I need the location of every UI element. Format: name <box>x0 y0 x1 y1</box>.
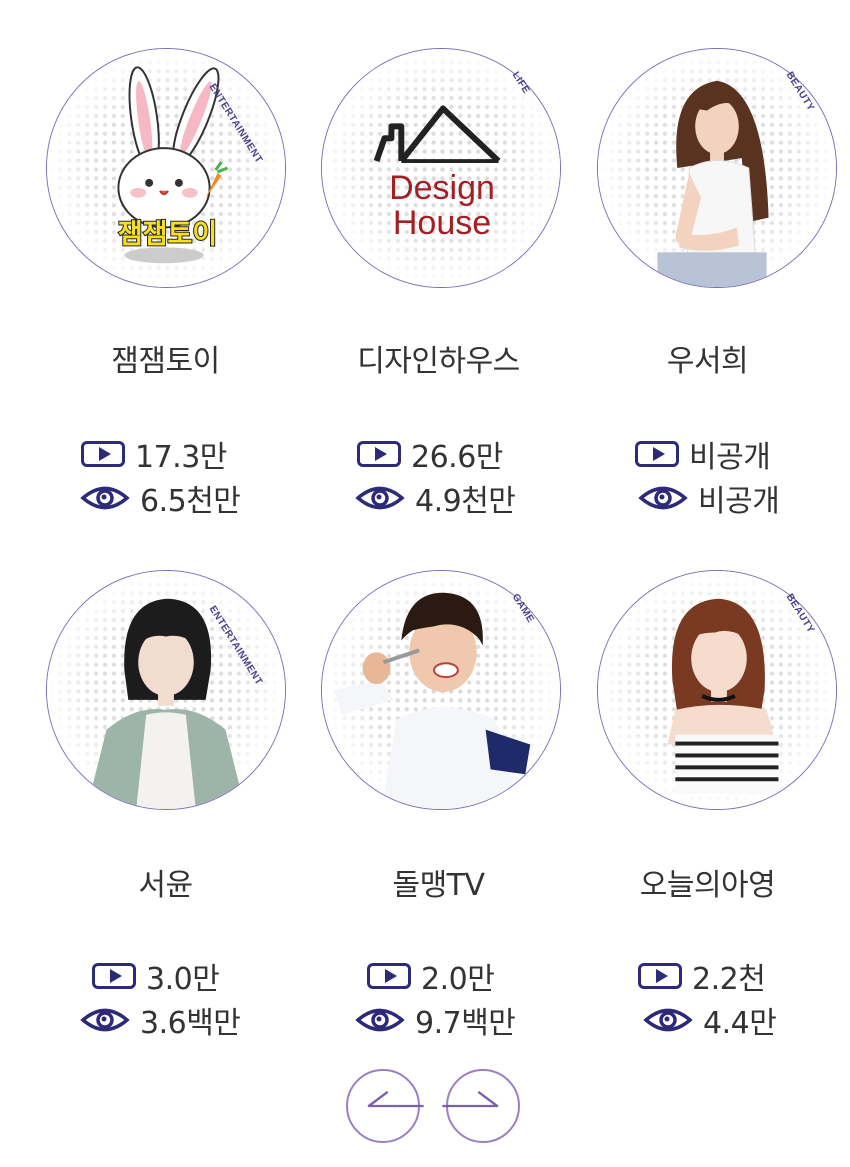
view-count: 4.9천만 <box>355 478 516 519</box>
play-icon <box>367 963 411 989</box>
next-button[interactable] <box>442 1069 520 1143</box>
eye-icon <box>355 1008 405 1032</box>
play-icon <box>357 441 401 467</box>
logo-text-line-1: Design <box>389 169 495 207</box>
view-count: 3.6백만 <box>80 1000 241 1041</box>
logo-text: 잼잼토이 <box>117 218 218 251</box>
view-count: 4.4만 <box>643 1000 777 1041</box>
play-icon <box>81 441 125 467</box>
view-count: 6.5천만 <box>80 478 241 519</box>
logo-text-line-2: House <box>392 204 492 242</box>
eye-icon <box>80 486 130 510</box>
video-count: 비공개 <box>635 434 771 475</box>
video-count: 2.0만 <box>367 956 495 997</box>
striped-top <box>675 734 779 795</box>
creator-name: 오늘의아영 <box>639 868 776 903</box>
creator-name: 서윤 <box>138 868 193 903</box>
creator-photo <box>47 571 285 809</box>
eye-icon <box>638 486 688 510</box>
play-icon <box>635 441 679 467</box>
creator-name: 잼잼토이 <box>111 344 220 379</box>
creator-avatar[interactable]: 잼잼토이 <box>46 48 286 288</box>
arrow-right-icon <box>442 1090 499 1108</box>
video-count: 26.6만 <box>357 434 503 475</box>
view-count: 9.7백만 <box>355 1000 516 1041</box>
video-count: 3.0만 <box>92 956 220 997</box>
eye-icon <box>80 1008 130 1032</box>
arrow-left-icon <box>367 1090 424 1108</box>
creator-name: 돌맹TV <box>392 868 485 903</box>
video-count: 2.2천 <box>638 956 766 997</box>
eye-icon <box>643 1008 693 1032</box>
play-icon <box>638 963 682 989</box>
video-count: 17.3만 <box>81 434 227 475</box>
creator-name: 디자인하우스 <box>357 344 520 379</box>
view-count: 비공개 <box>638 478 780 519</box>
creator-avatar[interactable] <box>46 570 286 810</box>
prev-button[interactable] <box>346 1069 424 1143</box>
rabbit-logo-image <box>47 49 285 287</box>
play-icon <box>92 963 136 989</box>
eye-icon <box>355 486 405 510</box>
creator-name: 우서희 <box>666 344 749 379</box>
